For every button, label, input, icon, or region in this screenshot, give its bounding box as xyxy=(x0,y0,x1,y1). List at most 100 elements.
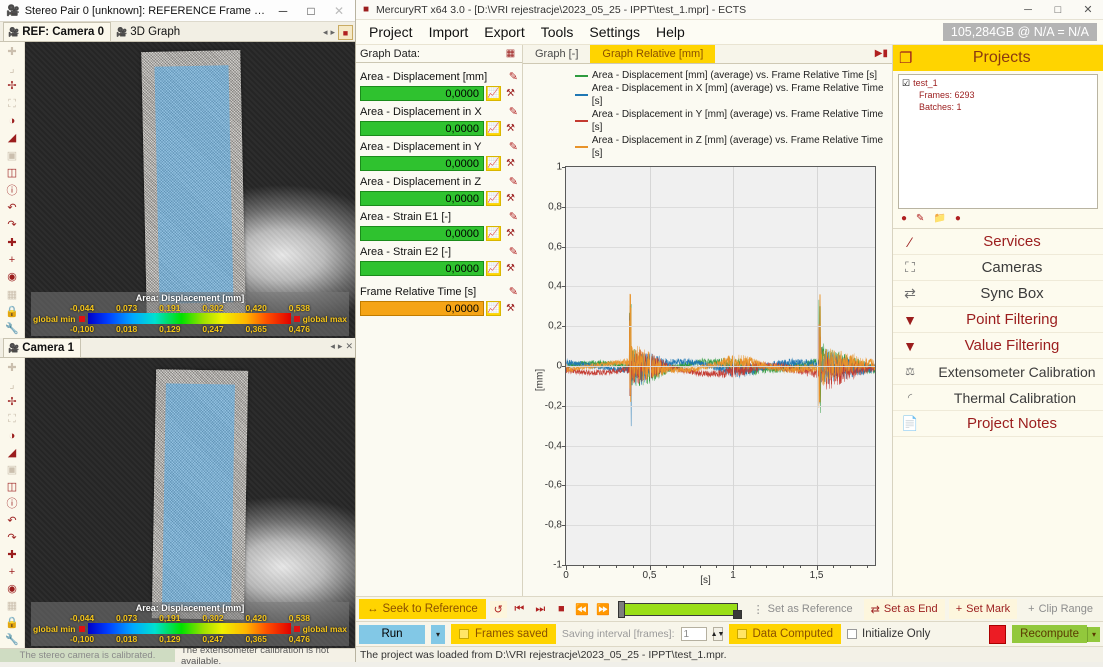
skip-last-icon[interactable]: ⏭ xyxy=(532,601,549,618)
folder-icon[interactable]: 📁 xyxy=(933,213,945,224)
maximize-button[interactable]: □ xyxy=(297,1,325,21)
redo-icon[interactable]: ↷ xyxy=(2,530,23,546)
image-dim-icon[interactable]: ▣ xyxy=(2,462,23,478)
close-button[interactable]: ✕ xyxy=(325,1,353,21)
chart-icon[interactable]: 📈 xyxy=(486,226,501,241)
project-row[interactable]: ☑ test_1 xyxy=(902,78,1094,89)
gradient-icon[interactable]: ◢ xyxy=(2,445,23,461)
fit-icon[interactable]: ⛶ xyxy=(2,411,23,427)
tab-pin-icon[interactable]: ■ xyxy=(338,25,353,40)
crosshair-icon[interactable]: + xyxy=(2,252,23,268)
scrubber-track[interactable] xyxy=(622,603,738,616)
edit-icon[interactable]: ✎ xyxy=(916,213,924,224)
clip-range-button[interactable]: + Clip Range xyxy=(1021,599,1100,619)
graph-data-value[interactable]: 0,0000 xyxy=(360,191,484,206)
menu-tools[interactable]: Tools xyxy=(534,22,581,42)
graph-data-value[interactable]: 0,0000 xyxy=(360,121,484,136)
chart-icon[interactable]: 📈 xyxy=(486,261,501,276)
wrench-icon[interactable]: 🔧 xyxy=(2,632,23,648)
pencil-icon[interactable]: ✎ xyxy=(509,70,518,83)
tab-ref-camera-0[interactable]: 🎥 REF: Camera 0 xyxy=(3,22,111,41)
crosshair-icon[interactable]: + xyxy=(2,564,23,580)
pencil-icon[interactable]: ✎ xyxy=(509,140,518,153)
frames-saved-checkbox[interactable] xyxy=(459,629,469,639)
set-mark-button[interactable]: + Set Mark xyxy=(949,599,1017,619)
tab-next-icon[interactable]: ▸ xyxy=(338,341,343,352)
projects-list[interactable]: ☑ test_1 Frames: 6293 Batches: 1 xyxy=(898,74,1098,209)
contrast-icon[interactable]: ◑ xyxy=(2,113,23,129)
chart-icon[interactable]: 📈 xyxy=(486,156,501,171)
minimize-button[interactable]: ─ xyxy=(269,1,297,21)
scrubber-start-handle[interactable] xyxy=(618,601,625,618)
main-close-button[interactable]: ✕ xyxy=(1073,0,1103,19)
run-dropdown-arrow[interactable]: ▾ xyxy=(431,625,445,644)
global-max-swatch[interactable] xyxy=(294,626,300,632)
frame-scrubber[interactable] xyxy=(616,602,742,617)
chart-icon[interactable]: 📈 xyxy=(486,121,501,136)
recompute-button[interactable]: Recompute xyxy=(1012,625,1087,643)
main-maximize-button[interactable]: □ xyxy=(1043,0,1073,19)
sidebar-item-extensometer-calibration[interactable]: ⚖ Extensometer Calibration xyxy=(893,359,1103,385)
set-as-end-button[interactable]: ⇄ Set as End xyxy=(864,599,945,620)
tab-prev-icon[interactable]: ◂ xyxy=(323,27,328,38)
saving-interval-input[interactable]: 1 xyxy=(681,627,707,641)
seek-to-reference-button[interactable]: ↔ Seek to Reference xyxy=(359,599,486,619)
camera1-canvas[interactable]: Area: Displacement [mm] -0,044 0,073 0,1… xyxy=(25,358,355,648)
tab-3d-graph[interactable]: 🎥 3D Graph xyxy=(111,22,187,41)
redo-icon[interactable]: ↷ xyxy=(2,218,23,234)
table-icon[interactable]: ▦ xyxy=(503,46,518,61)
saving-interval-spinner[interactable]: ▲▼ xyxy=(713,627,723,641)
target-icon[interactable]: ◉ xyxy=(2,581,23,597)
stop-record-icon[interactable] xyxy=(989,625,1006,644)
move-icon[interactable]: ✢ xyxy=(2,394,23,410)
menu-import[interactable]: Import xyxy=(422,22,476,42)
menu-project[interactable]: Project xyxy=(362,22,420,42)
tab-next-icon[interactable]: ▸ xyxy=(330,27,335,38)
sidebar-item-point-filtering[interactable]: ▼ Point Filtering xyxy=(893,307,1103,333)
wrench-icon[interactable]: ⚒ xyxy=(503,226,518,241)
global-max-swatch[interactable] xyxy=(294,316,300,322)
tab-graph-relative[interactable]: Graph Relative [mm] xyxy=(590,45,715,63)
chart-icon[interactable]: 📈 xyxy=(486,86,501,101)
menu-help[interactable]: Help xyxy=(649,22,692,42)
global-min-swatch[interactable] xyxy=(79,316,85,322)
wrench-icon[interactable]: ⚒ xyxy=(503,156,518,171)
add-point-icon[interactable]: ✚ xyxy=(2,547,23,563)
graph-data-value[interactable]: 0,0000 xyxy=(360,156,484,171)
chart-icon[interactable]: 📈 xyxy=(486,301,501,316)
lock-icon[interactable]: 🔒 xyxy=(2,615,23,631)
tab-camera-1[interactable]: 🎥 Camera 1 xyxy=(3,338,81,357)
pencil-icon[interactable]: ✎ xyxy=(509,285,518,298)
chart-icon[interactable]: 📈 xyxy=(486,191,501,206)
sidebar-item-cameras[interactable]: ⛶ Cameras xyxy=(893,255,1103,281)
pencil-icon[interactable]: ✎ xyxy=(509,175,518,188)
camera0-canvas[interactable]: Area: Displacement [mm] -0,044 0,073 0,1… xyxy=(25,42,355,338)
project-checkbox[interactable]: ☑ xyxy=(902,78,910,89)
lock-icon[interactable]: 🔒 xyxy=(2,304,23,320)
sidebar-item-services[interactable]: ⁄ Services xyxy=(893,229,1103,255)
undo-icon[interactable]: ↶ xyxy=(2,200,23,216)
sidebar-item-sync-box[interactable]: ⇄ Sync Box xyxy=(893,281,1103,307)
wrench-icon[interactable]: ⚒ xyxy=(503,121,518,136)
graph-data-value[interactable]: 0,0000 xyxy=(360,226,484,241)
wrench-icon[interactable]: ⚒ xyxy=(503,86,518,101)
corner-dim-icon[interactable]: ⌟ xyxy=(2,61,23,77)
wrench-icon[interactable]: 🔧 xyxy=(2,322,23,338)
wrench-icon[interactable]: ⚒ xyxy=(503,301,518,316)
sidebar-item-project-notes[interactable]: 📄 Project Notes xyxy=(893,411,1103,437)
graph-data-value[interactable]: 0,0000 xyxy=(360,261,484,276)
set-as-reference-button[interactable]: ⋮ Set as Reference xyxy=(746,599,860,620)
remove-icon[interactable]: ● xyxy=(955,213,961,224)
tab-prev-icon[interactable]: ◂ xyxy=(330,341,335,352)
data-computed-toggle[interactable]: Data Computed xyxy=(729,624,842,644)
tab-close-icon[interactable]: ✕ xyxy=(345,341,353,352)
info-icon[interactable]: ⓘ xyxy=(2,496,23,512)
undo-icon[interactable]: ↶ xyxy=(2,513,23,529)
info-icon[interactable]: ⓘ xyxy=(2,183,23,199)
frames-saved-toggle[interactable]: Frames saved xyxy=(451,624,556,644)
scrubber-end-handle[interactable] xyxy=(733,610,742,619)
wrench-icon[interactable]: ⚒ xyxy=(503,191,518,206)
recompute-dropdown-arrow[interactable]: ▾ xyxy=(1087,627,1100,642)
tab-graph[interactable]: Graph [-] xyxy=(523,45,590,63)
fast-forward-icon[interactable]: ⏩ xyxy=(595,601,612,618)
